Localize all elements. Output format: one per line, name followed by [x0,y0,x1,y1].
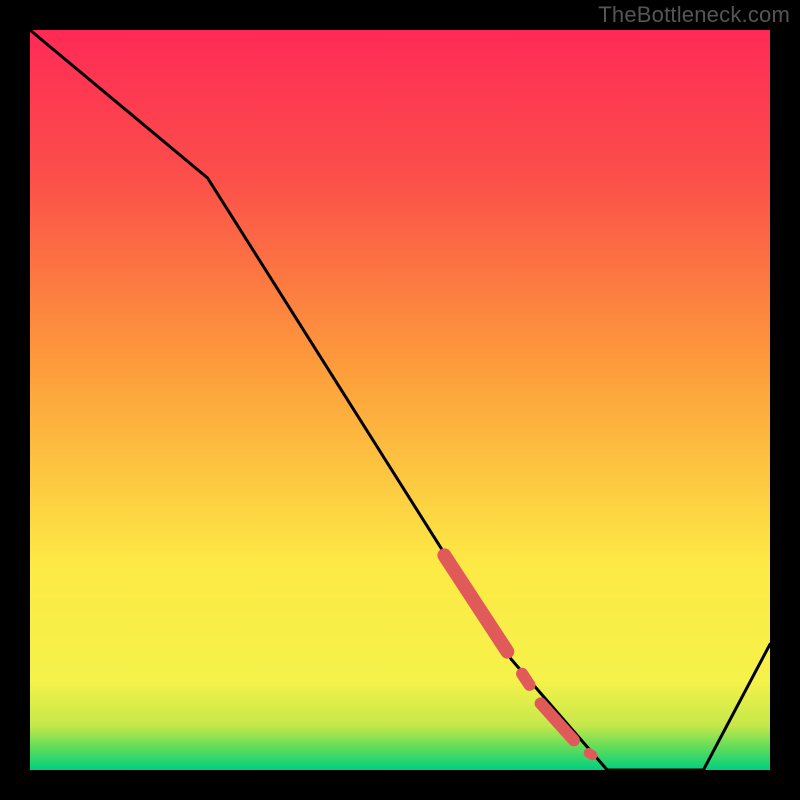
chart-container: TheBottleneck.com [0,0,800,800]
watermark-text: TheBottleneck.com [598,2,790,28]
bottleneck-chart [0,0,800,800]
